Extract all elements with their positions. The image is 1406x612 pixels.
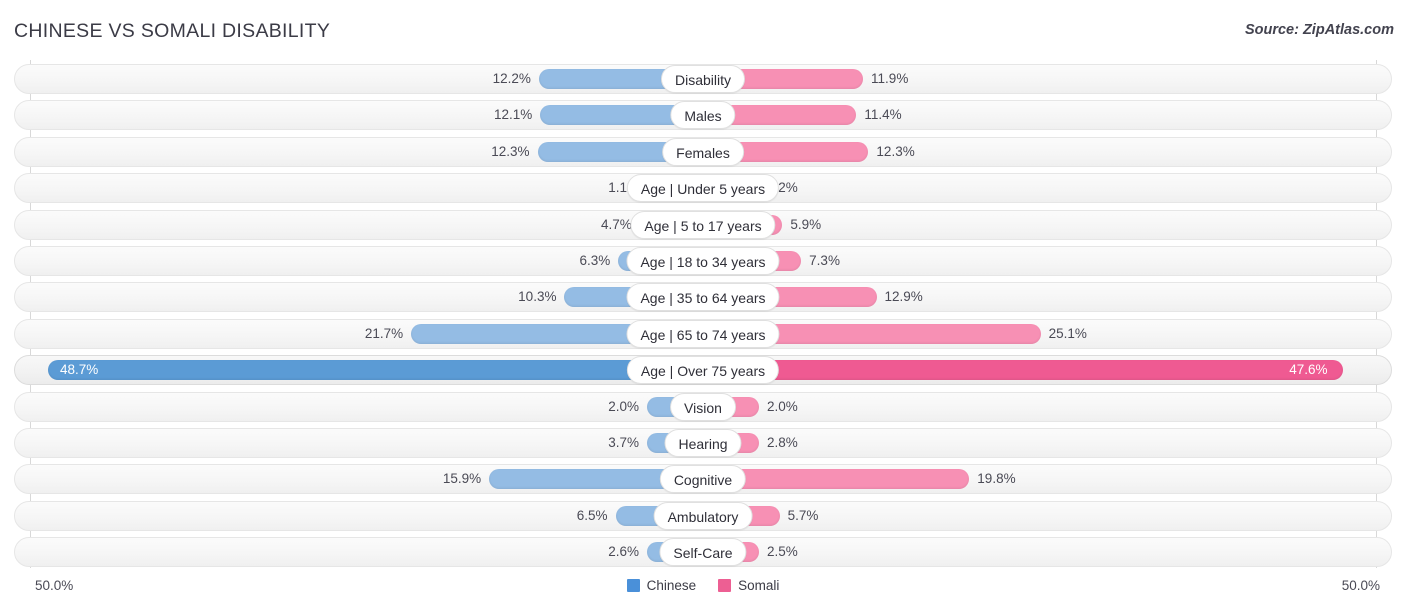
category-label[interactable]: Age | Over 75 years (626, 356, 780, 385)
chart-footer: 50.0% 50.0% Chinese Somali (0, 568, 1406, 612)
value-label-chinese: 1.1% (608, 180, 639, 196)
table-row[interactable]: 12.2% 11.9% Disability (0, 64, 1406, 94)
legend-swatch-icon (718, 579, 732, 592)
table-row[interactable]: 2.6% 2.5% Self-Care (0, 537, 1406, 568)
category-label[interactable]: Age | Under 5 years (626, 174, 780, 203)
value-label-chinese: 10.3% (518, 289, 557, 305)
table-row[interactable]: 12.3% 12.3% Females (0, 136, 1406, 167)
category-label[interactable]: Vision (670, 392, 736, 421)
category-label[interactable]: Self-Care (659, 538, 747, 567)
table-row[interactable]: 2.0% 2.0% Vision (0, 391, 1406, 422)
legend-swatch-icon (626, 579, 640, 592)
value-label-chinese: 6.3% (579, 252, 611, 268)
table-row[interactable]: 6.3% 7.3% Age | 18 to 34 years (0, 245, 1406, 276)
legend-label: Chinese (646, 578, 697, 593)
value-label-chinese: 12.2% (492, 71, 531, 86)
value-label-somali: 7.3% (809, 252, 840, 268)
value-label-chinese: 21.7% (364, 325, 404, 341)
bar-rows-container: 12.2% 11.9% Disability 12.1% 11.4% Males 12.3%… (0, 64, 1406, 573)
table-row[interactable]: 21.7% 25.1% Age | 65 to 74 years (0, 318, 1406, 349)
value-label-chinese: 3.7% (608, 434, 639, 450)
category-label[interactable]: Hearing (664, 428, 742, 457)
table-row[interactable]: 10.3% 12.9% Age | 35 to 64 years (0, 282, 1406, 313)
value-label-somali: 2.8% (767, 434, 798, 450)
category-label[interactable]: Males (670, 101, 736, 130)
value-label-somali: 2.0% (767, 398, 798, 414)
value-label-somali: 5.7% (787, 507, 819, 523)
chart-legend: Chinese Somali (0, 578, 1406, 593)
bar-chinese (48, 360, 703, 381)
value-label-somali: 12.3% (876, 143, 915, 159)
value-label-somali: 11.4% (864, 107, 902, 123)
table-row[interactable]: 6.5% 5.7% Ambulatory (0, 500, 1406, 531)
page-title: CHINESE VS SOMALI DISABILITY (14, 20, 331, 42)
value-label-somali: 47.6% (1289, 362, 1328, 378)
legend-label: Somali (738, 578, 780, 593)
table-row[interactable]: 15.9% 19.8% Cognitive (0, 464, 1406, 495)
category-label[interactable]: Age | 65 to 74 years (626, 319, 780, 348)
table-row[interactable]: 4.7% 5.9% Age | 5 to 17 years (0, 209, 1406, 240)
category-label[interactable]: Age | 5 to 17 years (630, 210, 776, 239)
value-label-chinese: 15.9% (442, 471, 482, 487)
bar-somali (703, 360, 1344, 381)
value-label-somali: 25.1% (1048, 325, 1087, 341)
value-label-somali: 5.9% (790, 216, 822, 232)
table-row[interactable]: 1.1% 1.2% Age | Under 5 years (0, 173, 1406, 204)
value-label-chinese: 2.0% (608, 398, 639, 414)
category-label[interactable]: Disability (660, 65, 746, 93)
value-label-somali: 19.8% (977, 471, 1016, 487)
value-label-chinese: 12.1% (493, 107, 533, 123)
table-row[interactable]: 3.7% 2.8% Hearing (0, 427, 1406, 458)
value-label-chinese: 6.5% (576, 507, 608, 523)
category-label[interactable]: Age | 18 to 34 years (626, 246, 780, 275)
value-label-chinese: 2.6% (608, 544, 639, 560)
category-label[interactable]: Age | 35 to 64 years (626, 283, 780, 312)
legend-item-chinese[interactable]: Chinese (626, 578, 697, 593)
source-attribution: Source: ZipAtlas.com (1244, 22, 1394, 38)
value-label-somali: 12.9% (884, 289, 923, 305)
value-label-chinese: 4.7% (601, 216, 632, 232)
category-label[interactable]: Females (662, 137, 744, 166)
category-label[interactable]: Ambulatory (653, 501, 753, 530)
value-label-chinese: 48.7% (60, 362, 99, 378)
legend-item-somali[interactable]: Somali (718, 578, 779, 593)
value-label-chinese: 12.3% (491, 143, 530, 159)
chart-plot-area: 12.2% 11.9% Disability 12.1% 11.4% Males 12.3%… (0, 60, 1406, 568)
value-label-somali: 11.9% (871, 71, 909, 86)
value-label-somali: 2.5% (767, 544, 798, 560)
category-label[interactable]: Cognitive (659, 465, 747, 494)
table-row[interactable]: 48.7% 47.6% Age | Over 75 years (0, 355, 1406, 386)
table-row[interactable]: 12.1% 11.4% Males (0, 100, 1406, 131)
chart-header: CHINESE VS SOMALI DISABILITY Source: Zip… (0, 0, 1406, 56)
